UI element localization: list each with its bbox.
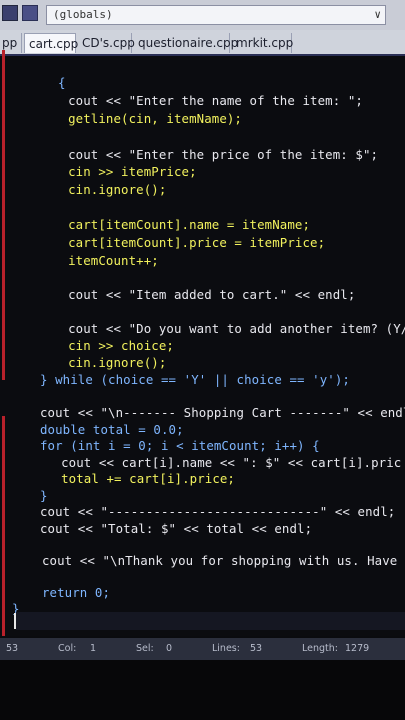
code-line: cout << "\n------- Shopping Cart -------… bbox=[40, 405, 405, 420]
code-line: return 0; bbox=[42, 585, 111, 600]
code-line: cout << "\nThank you for shopping with u… bbox=[42, 553, 405, 568]
code-line: cout << "Enter the name of the item: "; bbox=[53, 93, 363, 108]
code-line: for (int i = 0; i < itemCount; i++) { bbox=[40, 438, 320, 453]
status-length: 1279 bbox=[345, 643, 370, 654]
code-line: } bbox=[40, 488, 48, 503]
fold-marker bbox=[2, 416, 5, 636]
fold-marker bbox=[2, 50, 5, 380]
tab-cart-cpp[interactable]: cart.cpp bbox=[24, 33, 78, 53]
scope-dropdown[interactable]: (globals) ∨ bbox=[46, 5, 386, 25]
toolbar-icon[interactable] bbox=[22, 5, 38, 21]
code-line: double total = 0.0; bbox=[40, 422, 184, 437]
status-bar: 53 Col: 1 Sel: 0 Lines: 53 Length: 1279 bbox=[0, 638, 405, 660]
code-line: cout << "Total: $" << total << endl; bbox=[40, 521, 313, 536]
bottom-bezel bbox=[0, 660, 405, 720]
status-col-label: Col: bbox=[58, 643, 77, 654]
code-line: cart[itemCount].name = itemName; bbox=[53, 217, 311, 232]
code-line: cout << cart[i].name << ": $" << cart[i]… bbox=[46, 455, 402, 470]
code-line: total += cart[i].price; bbox=[46, 471, 235, 486]
code-line: { bbox=[58, 75, 66, 90]
code-line: itemCount++; bbox=[53, 253, 159, 268]
code-line: getline(cin, itemName); bbox=[53, 111, 242, 126]
code-line: cin >> itemPrice; bbox=[53, 164, 197, 179]
status-sel-label: Sel: bbox=[136, 643, 154, 654]
code-line: cout << "Do you want to add another item… bbox=[53, 321, 405, 336]
code-line: cart[itemCount].price = itemPrice; bbox=[53, 235, 326, 250]
toolbar-icon[interactable] bbox=[2, 5, 18, 21]
status-length-label: Length: bbox=[302, 643, 338, 654]
chevron-down-icon[interactable]: ∨ bbox=[374, 6, 381, 24]
scope-value: (globals) bbox=[53, 8, 113, 21]
text-cursor bbox=[14, 613, 16, 629]
code-line: cin >> choice; bbox=[53, 338, 174, 353]
tab-questionaire-cpp[interactable]: questionaire.cpp bbox=[134, 33, 238, 53]
code-line: cout << "----------------------------" <… bbox=[40, 504, 396, 519]
tab-mrkit-cpp[interactable]: mrkit.cpp bbox=[232, 33, 293, 53]
code-editor[interactable]: { cout << "Enter the name of the item: "… bbox=[0, 50, 405, 636]
file-tabs: pp cart.cpp CD's.cpp questionaire.cpp mr… bbox=[0, 30, 405, 56]
status-col: 1 bbox=[90, 643, 97, 654]
code-line: cin.ignore(); bbox=[53, 182, 167, 197]
status-lines: 53 bbox=[250, 643, 263, 654]
current-line-highlight bbox=[16, 612, 405, 630]
code-line: } while (choice == 'Y' || choice == 'y')… bbox=[40, 372, 350, 387]
toolbar: (globals) ∨ bbox=[0, 0, 405, 30]
code-line: cout << "Item added to cart." << endl; bbox=[53, 287, 356, 302]
status-sel: 0 bbox=[166, 643, 173, 654]
status-lines-label: Lines: bbox=[212, 643, 240, 654]
code-line: cout << "Enter the price of the item: $"… bbox=[53, 147, 379, 162]
code-line: cin.ignore(); bbox=[53, 355, 167, 370]
status-line-number: 53 bbox=[6, 643, 19, 654]
tab-cds-cpp[interactable]: CD's.cpp bbox=[78, 33, 135, 53]
